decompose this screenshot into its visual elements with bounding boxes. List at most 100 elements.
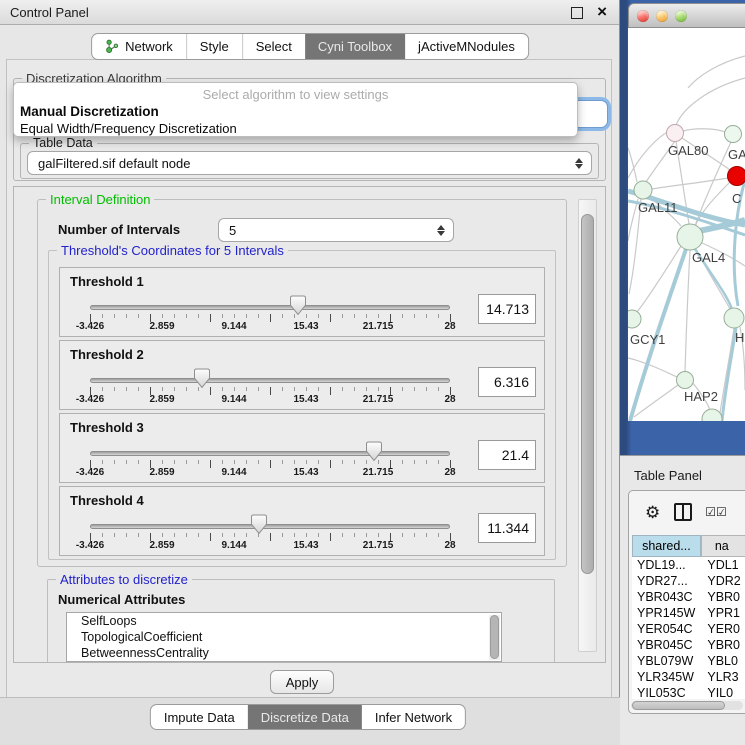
table-cell[interactable]: YPR145W [632, 605, 701, 621]
table-cell[interactable]: YBR045C [632, 637, 701, 653]
minimize-traffic-light-icon[interactable] [656, 10, 668, 22]
threshold-4-panel: Threshold 4-3.4262.8599.14415.4321.71528… [59, 486, 545, 556]
table-panel-toolbar: ⚙ ☑☑ [629, 491, 745, 533]
table-cell[interactable]: YPR1 [701, 605, 745, 621]
threshold-2-slider-thumb[interactable] [193, 368, 211, 389]
column-header-1[interactable]: shared... [632, 535, 701, 557]
network-node-ga[interactable] [725, 126, 742, 143]
network-node-gal80[interactable] [667, 125, 684, 142]
close-icon[interactable]: × [597, 1, 607, 23]
threshold-1-slider-thumb[interactable] [289, 295, 307, 316]
threshold-4-slider-thumb[interactable] [250, 514, 268, 535]
table-cell[interactable]: YDL1 [701, 557, 745, 573]
table-row[interactable]: YBR043CYBR0 [632, 589, 745, 605]
network-node-c[interactable] [728, 167, 745, 186]
network-node-gal4[interactable] [677, 224, 703, 250]
table-row[interactable]: YBL079WYBL0 [632, 653, 745, 669]
popup-option-manual-discretization[interactable]: Manual Discretization [20, 104, 159, 119]
threshold-2-value-field[interactable]: 6.316 [478, 367, 536, 397]
table-row[interactable]: YPR145WYPR1 [632, 605, 745, 621]
table-cell[interactable]: YBL079W [632, 653, 701, 669]
table-cell[interactable]: YIL053C [632, 685, 701, 699]
float-window-icon[interactable] [571, 7, 583, 19]
tab-jactivemnodules[interactable]: jActiveMNodules [405, 34, 528, 59]
tab-select[interactable]: Select [242, 34, 305, 59]
threshold-4-value-field[interactable]: 11.344 [478, 513, 536, 543]
bottom-tab-discretize-data[interactable]: Discretize Data [248, 705, 362, 729]
settings-scrollbar-thumb[interactable] [581, 214, 594, 574]
table-cell[interactable]: YLR3 [701, 669, 745, 685]
table-cell[interactable]: YBR0 [701, 589, 745, 605]
settings-vertical-scrollbar[interactable] [578, 199, 597, 652]
attribute-item-betweennesscentrality[interactable]: BetweennessCentrality [67, 645, 501, 661]
network-node-gcy1[interactable] [628, 310, 641, 328]
network-edge[interactable] [676, 78, 745, 125]
network-node-h[interactable] [724, 308, 744, 328]
table-header-row: shared...na [632, 535, 745, 557]
network-edge[interactable] [628, 358, 677, 377]
network-edge[interactable] [652, 178, 728, 189]
threshold-3-value-field[interactable]: 21.4 [478, 440, 536, 470]
threshold-1-slider-track[interactable] [90, 305, 450, 310]
bottom-tab-infer-network[interactable]: Infer Network [362, 705, 465, 729]
bottom-tab-impute-data[interactable]: Impute Data [151, 705, 248, 729]
network-icon [105, 39, 119, 54]
network-edge[interactable] [720, 328, 734, 413]
table-cell[interactable]: YER054C [632, 621, 701, 637]
threshold-2-label: Threshold 2 [70, 347, 144, 362]
network-edge[interactable] [685, 250, 690, 371]
table-cell[interactable]: YER0 [701, 621, 745, 637]
threshold-1-value-field[interactable]: 14.713 [478, 294, 536, 324]
table-cell[interactable]: YBR0 [701, 637, 745, 653]
table-cell[interactable]: YDR2 [701, 573, 745, 589]
network-node-hap2[interactable] [677, 372, 694, 389]
table-cell[interactable]: YLR345W [632, 669, 701, 685]
table-row[interactable]: YIL053CYIL0 [632, 685, 745, 699]
table-row[interactable]: YER054CYER0 [632, 621, 745, 637]
attribute-item-selfloops[interactable]: SelfLoops [67, 613, 501, 629]
tab-cyni-toolbox[interactable]: Cyni Toolbox [305, 34, 405, 59]
slider-scale-labels: -3.4262.8599.14415.4321.71528 [90, 321, 450, 333]
table-data-group: Table Data galFiltered.sif default node [20, 143, 599, 179]
threshold-3-slider-thumb[interactable] [365, 441, 383, 462]
table-cell[interactable]: YIL0 [701, 685, 745, 699]
table-cell[interactable]: YBR043C [632, 589, 701, 605]
attribute-item-topologicalcoefficient[interactable]: TopologicalCoefficient [67, 629, 501, 645]
number-of-intervals-combo[interactable]: 5 [218, 218, 454, 242]
table-panel-box: ⚙ ☑☑ shared...na YDL19...YDL1YDR27...YDR… [628, 490, 745, 714]
control-panel-title: Control Panel [10, 5, 89, 20]
network-node-gal11[interactable] [634, 181, 652, 199]
network-edge[interactable] [628, 199, 638, 241]
popup-option-equal-width-frequency[interactable]: Equal Width/Frequency Discretization [20, 121, 237, 136]
attributes-list-scrollbar[interactable] [489, 615, 500, 660]
table-row[interactable]: YDL19...YDL1 [632, 557, 745, 573]
zoom-traffic-light-icon[interactable] [675, 10, 687, 22]
table-row[interactable]: YLR345WYLR3 [632, 669, 745, 685]
tab-network[interactable]: Network [92, 34, 186, 59]
tab-label: jActiveMNodules [418, 39, 515, 54]
table-row[interactable]: YDR27...YDR2 [632, 573, 745, 589]
apply-button[interactable]: Apply [270, 670, 334, 694]
network-canvas[interactable]: GAL80GACGAL11GAL4GCY1HHAP2 [628, 28, 745, 421]
table-cell[interactable]: YDR27... [632, 573, 701, 589]
threshold-2-slider-track[interactable] [90, 378, 450, 383]
split-columns-icon[interactable] [674, 503, 692, 521]
table-cell[interactable]: YDL19... [632, 557, 701, 573]
tab-style[interactable]: Style [186, 34, 242, 59]
table-cell[interactable]: YBL0 [701, 653, 745, 669]
network-edge[interactable] [688, 56, 745, 88]
column-header-2[interactable]: na [701, 535, 745, 557]
network-node-partial[interactable] [702, 409, 722, 421]
close-traffic-light-icon[interactable] [637, 10, 649, 22]
table-row[interactable]: YBR045CYBR0 [632, 637, 745, 653]
gear-icon[interactable]: ⚙ [645, 504, 660, 521]
checkbox-columns-icon[interactable]: ☑☑ [705, 505, 727, 519]
threshold-4-slider-track[interactable] [90, 524, 450, 529]
bottom-tab-label: Impute Data [164, 710, 235, 725]
table-data-combo[interactable]: galFiltered.sif default node [27, 151, 592, 175]
network-edge-highlighted[interactable] [722, 328, 736, 421]
threshold-3-slider-track[interactable] [90, 451, 450, 456]
table-horizontal-scrollbar[interactable] [631, 701, 743, 710]
network-edge[interactable] [683, 129, 725, 132]
table-hscrollbar-thumb[interactable] [632, 701, 725, 710]
